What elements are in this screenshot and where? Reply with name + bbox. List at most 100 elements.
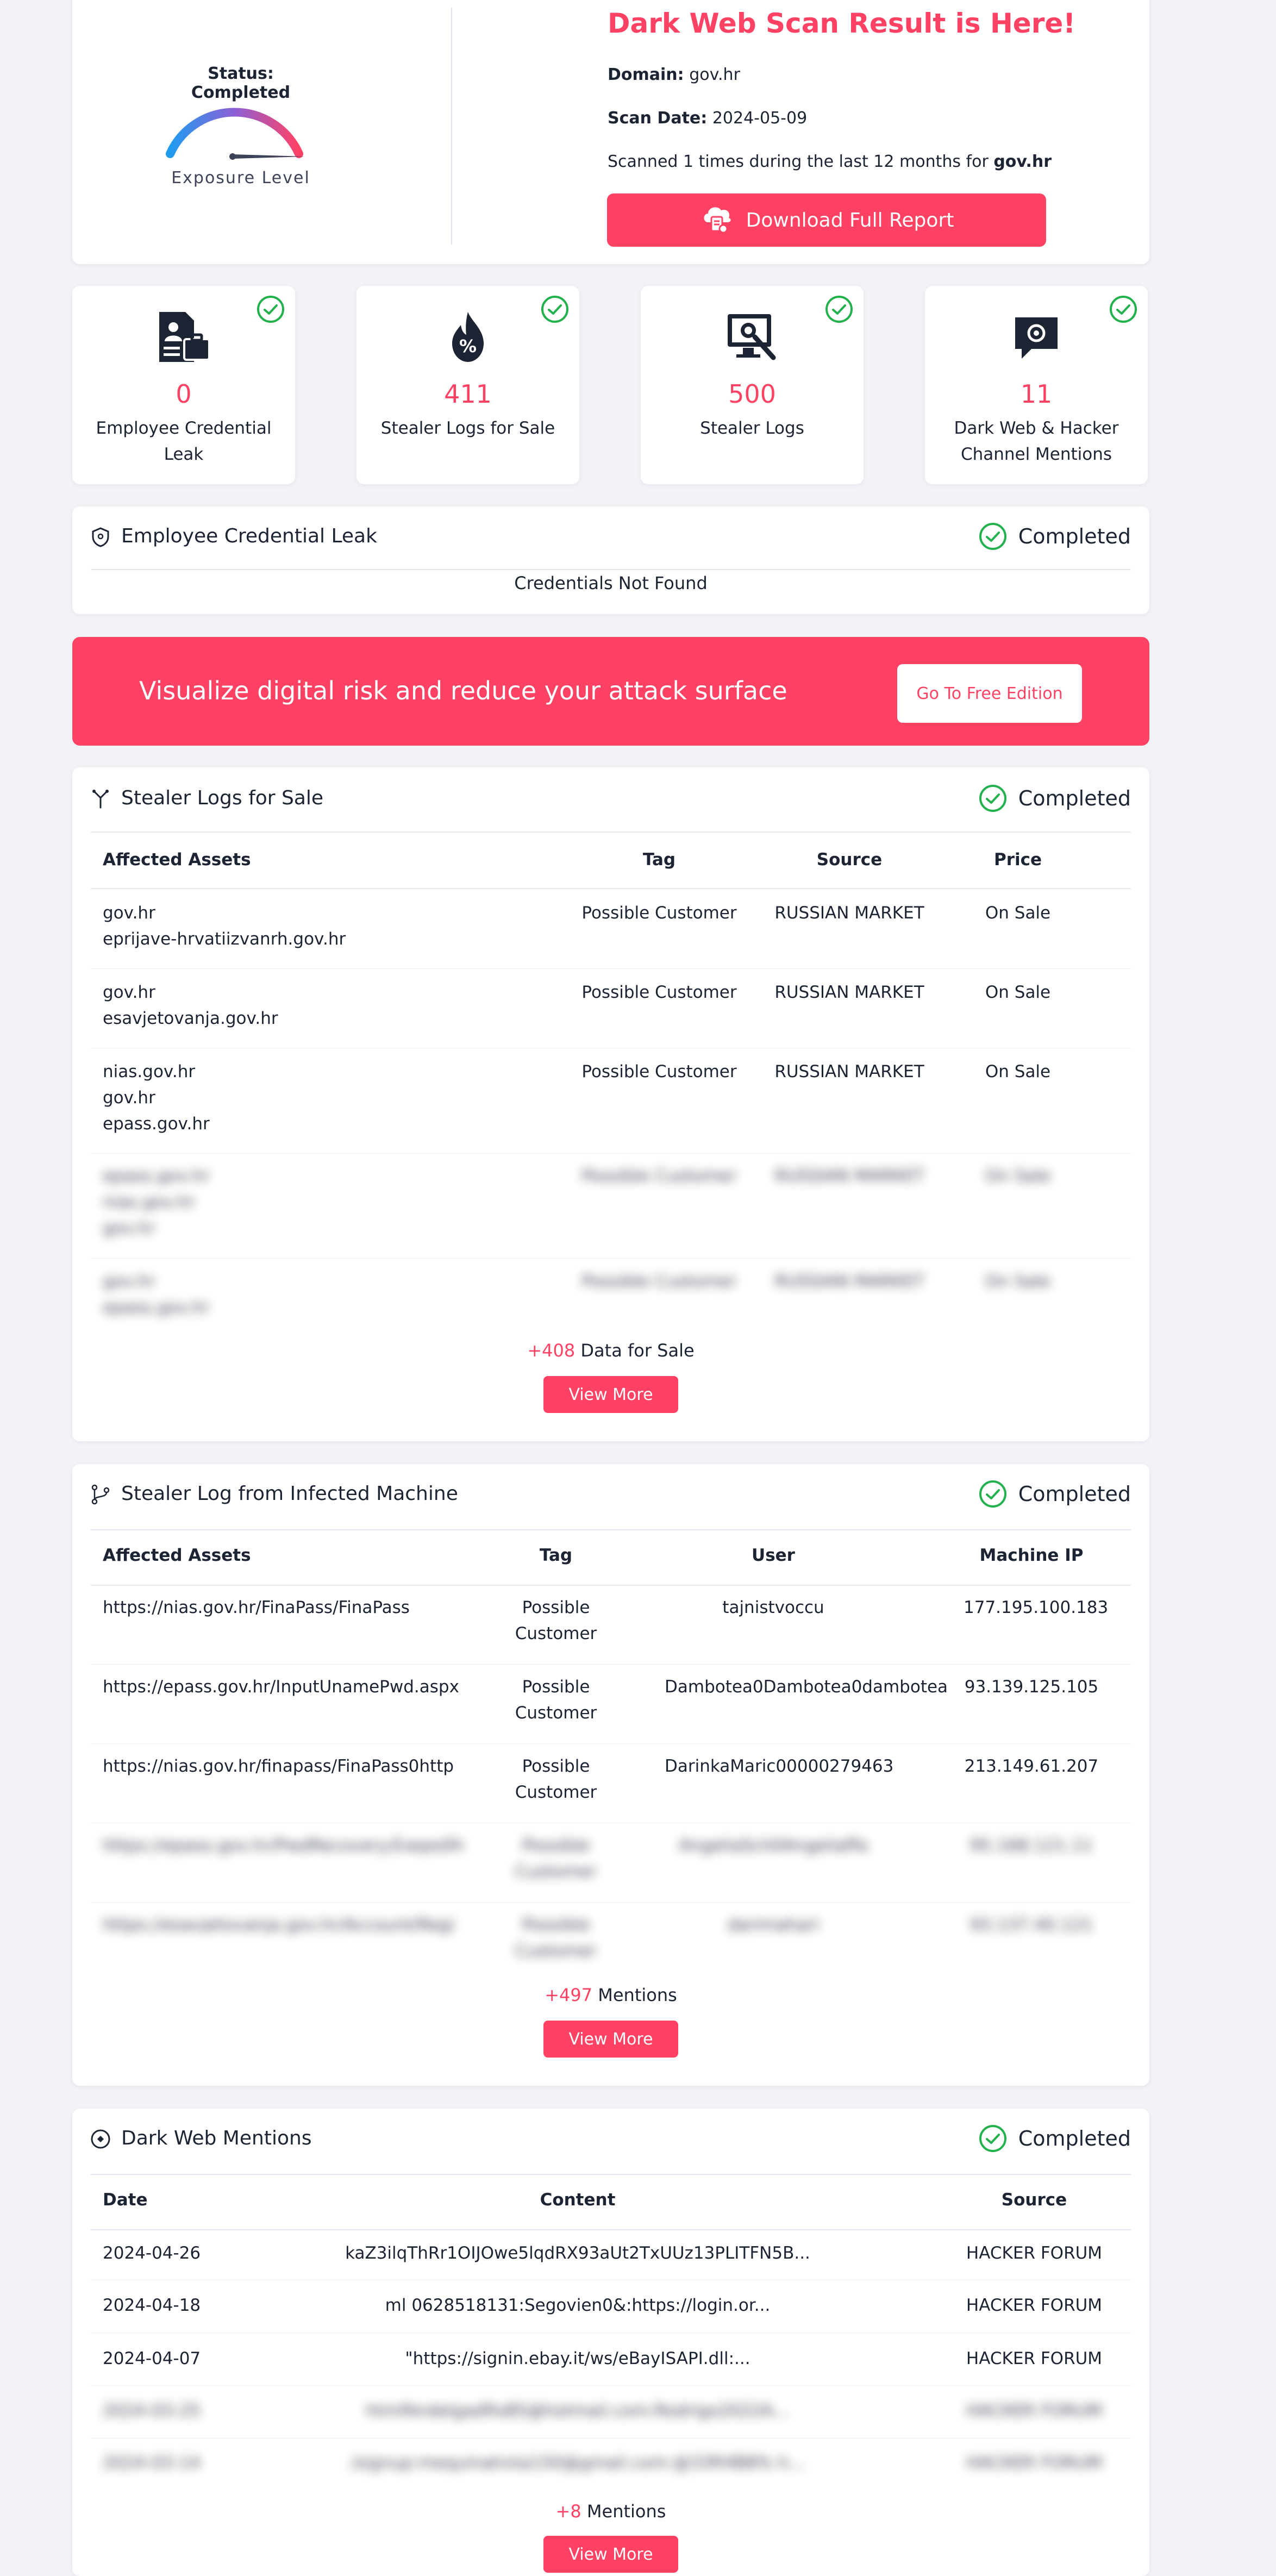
infected-machine-section: Stealer Log from Infected Machine Comple…	[72, 1464, 1149, 2086]
stat-card-dark-web-mentions[interactable]: 11 Dark Web & Hacker Channel Mentions	[925, 286, 1148, 484]
divider	[91, 831, 1131, 833]
tag-cell: Possible Customer	[515, 1756, 597, 1802]
date-cell: 2024-03-25	[103, 2401, 201, 2421]
more-mentions-count: +8 Mentions	[72, 2501, 1149, 2522]
stat-value: 411	[444, 379, 492, 409]
source-cell: HACKER FORUM	[966, 2453, 1103, 2473]
credential-leak-section: Employee Credential Leak Completed Crede…	[72, 507, 1149, 614]
view-more-button[interactable]: View More	[543, 1376, 678, 1413]
asset-cell: https://epass.gov.hr/InputUnamePwd.aspx	[103, 1677, 459, 1697]
dark-web-mentions-section: Dark Web Mentions Completed Date Content…	[72, 2109, 1149, 2576]
col-header-tag: Tag	[539, 1546, 573, 1565]
completed-check-icon	[979, 1480, 1006, 1508]
tag-cell: Possible Customer	[515, 1598, 597, 1643]
section-title: Stealer Logs for Sale	[121, 787, 324, 809]
row-divider	[91, 2438, 1131, 2439]
promo-banner-text: Visualize digital risk and reduce your a…	[139, 676, 787, 705]
compass-icon	[90, 2128, 111, 2152]
scan-summary-card: Status: Completed Exposure Level Dark We…	[72, 0, 1149, 264]
asset-cell: https://nias.gov.hr/FinaPass/FinaPass	[103, 1598, 410, 1617]
more-count: +497	[545, 1985, 593, 2005]
col-header-content: Content	[540, 2190, 616, 2210]
user-cell: tajnistvoccu	[722, 1598, 824, 1617]
stat-card-stealer-logs-sale[interactable]: % 411 Stealer Logs for Sale	[356, 286, 579, 484]
asset-cell: gov.hr esavjetovanja.gov.hr	[103, 983, 278, 1028]
ip-cell: 213.149.61.207	[964, 1756, 1099, 1776]
source-cell: RUSSIAN MARKET	[774, 983, 924, 1002]
section-status: Completed	[978, 2124, 1131, 2153]
ip-cell: 93.139.125.105	[964, 1677, 1099, 1697]
source-cell: HACKER FORUM	[966, 2401, 1103, 2421]
divider	[91, 1529, 1131, 1530]
download-report-button[interactable]: Download Full Report	[607, 193, 1046, 247]
branch-icon	[90, 788, 111, 812]
svg-text:%: %	[459, 336, 477, 357]
row-divider	[91, 1153, 1131, 1154]
git-branch-icon	[90, 1484, 111, 1508]
stat-card-stealer-logs[interactable]: 500 Stealer Logs	[641, 286, 864, 484]
tag-cell: Possible Customer	[581, 983, 737, 1002]
price-cell: On Sale	[985, 1062, 1051, 1081]
col-header-date: Date	[103, 2190, 148, 2210]
stat-label: Dark Web & Hacker Channel Mentions	[954, 418, 1119, 464]
download-report-label: Download Full Report	[746, 209, 954, 232]
exposure-level-label: Exposure Level	[171, 168, 310, 187]
col-header-machine-ip: Machine IP	[979, 1546, 1084, 1565]
stat-value: 11	[1020, 379, 1053, 409]
price-cell: On Sale	[985, 1166, 1051, 1186]
view-more-button[interactable]: View More	[543, 2021, 678, 2058]
promo-banner: Visualize digital risk and reduce your a…	[72, 637, 1149, 746]
asset-cell: gov.hr eprijave-hrvatiizvanrh.gov.hr	[103, 903, 346, 949]
tag-cell: Possible Customer	[581, 1166, 737, 1186]
tag-cell: Possible Customer	[515, 1915, 597, 1961]
scan-frequency-prefix: Scanned 1 times during the last 12 month…	[608, 152, 994, 171]
section-status: Completed	[978, 522, 1131, 551]
source-cell: RUSSIAN MARKET	[774, 1272, 924, 1291]
user-cell: AngeliaSch0Angeliaffa	[678, 1836, 868, 1855]
stat-card-credential-leak[interactable]: 0 Employee Credential Leak	[72, 286, 295, 484]
row-divider	[91, 2385, 1131, 2386]
stat-value: 0	[176, 379, 192, 409]
ip-cell: 93.137.40.121	[969, 1915, 1093, 1935]
source-cell: HACKER FORUM	[966, 2296, 1103, 2315]
divider	[91, 569, 1131, 570]
content-cell: ml 0628518131:Segovien0&:https://login.o…	[385, 2296, 771, 2315]
price-cell: On Sale	[985, 983, 1051, 1002]
scan-frequency-domain: gov.hr	[993, 152, 1052, 171]
domain-key: Domain:	[608, 65, 684, 84]
go-to-free-edition-button[interactable]: Go To Free Edition	[897, 664, 1082, 723]
row-divider	[91, 968, 1131, 969]
col-header-user: User	[752, 1546, 795, 1565]
col-header-affected-assets: Affected Assets	[103, 1546, 251, 1565]
user-cell: darimahari	[727, 1915, 820, 1935]
stat-value: 500	[728, 379, 776, 409]
stealer-logs-sale-section: Stealer Logs for Sale Completed Affected…	[72, 767, 1149, 1441]
status-label: Completed	[1018, 786, 1131, 810]
more-text: Mentions	[592, 1985, 677, 2005]
row-divider	[91, 1664, 1131, 1665]
completed-check-icon	[979, 785, 1006, 812]
ip-cell: 95.168.121.11	[969, 1836, 1093, 1855]
completed-check-icon	[256, 295, 285, 326]
price-cell: On Sale	[985, 1272, 1051, 1291]
monitor-virus-icon	[722, 308, 782, 367]
section-status: Completed	[978, 784, 1131, 813]
download-report-icon	[699, 201, 734, 240]
section-title: Dark Web Mentions	[121, 2127, 312, 2149]
divider	[91, 2174, 1131, 2175]
view-more-button[interactable]: View More	[543, 2536, 678, 2573]
stat-label: Stealer Logs	[700, 418, 804, 438]
employee-briefcase-icon	[154, 308, 214, 367]
col-header-affected-assets: Affected Assets	[103, 850, 251, 870]
completed-check-icon	[540, 295, 570, 326]
row-divider	[91, 1902, 1131, 1903]
date-cell: 2024-03-14	[103, 2453, 201, 2473]
more-count: +408	[527, 1340, 576, 1361]
shield-icon	[90, 526, 111, 550]
asset-cell: https://nias.gov.hr/finapass/FinaPass0ht…	[103, 1756, 454, 1776]
col-header-price: Price	[993, 850, 1042, 870]
date-cell: 2024-04-07	[103, 2349, 201, 2368]
asset-cell: https://epass.gov.hr/PwdRecovery.Exepo0h	[103, 1836, 465, 1855]
tag-cell: Possible Customer	[515, 1677, 597, 1723]
asset-cell: https://esavjetovanja.gov.hr/Account/Reg…	[103, 1915, 455, 1935]
